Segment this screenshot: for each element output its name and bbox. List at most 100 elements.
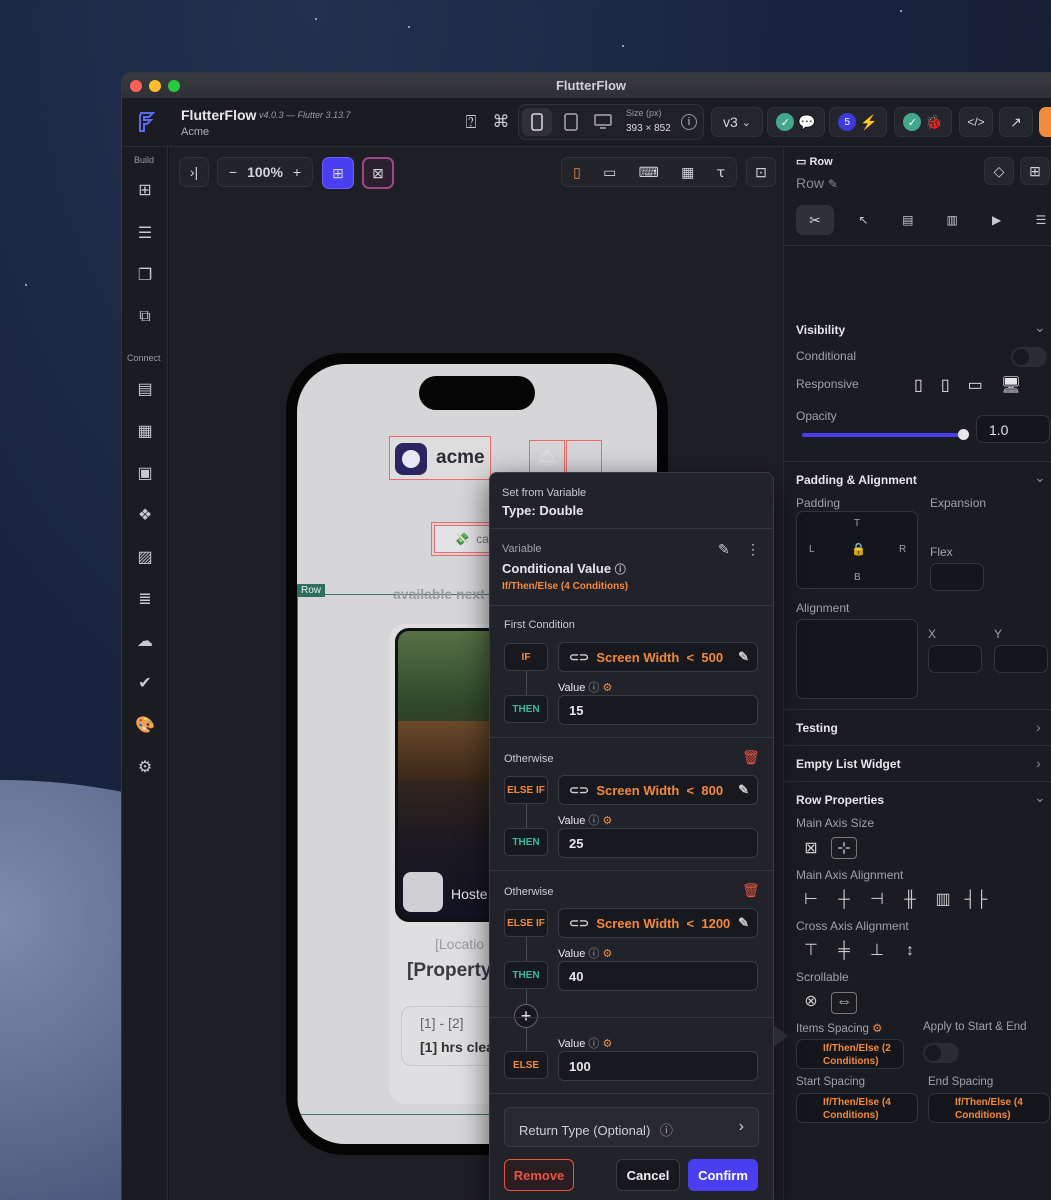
more-vert-icon[interactable]: ⋮ (746, 541, 760, 558)
info-icon[interactable]: ⓘ (615, 564, 626, 576)
testing-header[interactable]: Testing (796, 721, 838, 735)
edit-icon[interactable]: ✎ (718, 541, 730, 558)
lock-icon[interactable]: 🔒 (851, 542, 866, 556)
database-icon[interactable]: ▤ (134, 378, 156, 400)
info-icon[interactable]: ⓘ (588, 815, 599, 827)
cross-start-icon[interactable]: ⊤ (798, 940, 824, 962)
align-end-icon[interactable]: ⊣ (864, 889, 890, 911)
padding-alignment-header[interactable]: Padding & Alignment (796, 473, 917, 487)
align-center-icon[interactable]: ┼ (831, 891, 857, 913)
chevron-right-icon[interactable]: › (1036, 719, 1041, 735)
layout-settings-button[interactable]: ⊡ (746, 157, 776, 187)
info-icon[interactable]: ⓘ (660, 1123, 673, 1138)
variable-icon[interactable]: ⚙ (872, 1023, 882, 1035)
tab-backend-query[interactable]: ▤ (893, 205, 923, 235)
integrations-icon[interactable]: ❖ (134, 504, 156, 526)
add-child-button[interactable]: ⊞ (1020, 157, 1050, 185)
components-icon[interactable]: ⧉ (134, 306, 156, 328)
start-spacing-value[interactable]: If/Then/Else (4 Conditions) (796, 1093, 918, 1123)
phone-visibility-icon[interactable]: ▯ (914, 375, 923, 395)
cross-center-icon[interactable]: ╪ (831, 942, 857, 964)
add-widget-icon[interactable]: ⊞ (134, 179, 156, 201)
run-button[interactable] (1039, 107, 1051, 137)
widget-name[interactable]: Row ✎ (796, 175, 838, 191)
space-between-icon[interactable]: ╫ (897, 891, 923, 913)
condition-2-field[interactable]: ⊂⊃ Screen Width < 800 ✎ (558, 775, 758, 805)
api-calls-icon[interactable]: ▦ (134, 420, 156, 442)
condition-3-value[interactable]: 40 (558, 961, 758, 991)
variable-icon[interactable]: ⚙ (602, 815, 612, 827)
add-condition-button[interactable]: + (514, 1004, 538, 1028)
zoom-in-icon[interactable]: + (293, 164, 301, 180)
pages-icon[interactable]: ❐ (134, 264, 156, 286)
localization-icon[interactable]: ≣ (134, 588, 156, 610)
condition-3-field[interactable]: ⊂⊃ Screen Width < 1200 ✎ (558, 908, 758, 938)
help-icon[interactable]: ⍰ (460, 111, 482, 133)
theme-palette-icon[interactable]: 🎨 (134, 714, 156, 736)
device-frame-icon[interactable]: ▭ (603, 164, 616, 181)
size-value[interactable]: 393 × 852 (626, 123, 671, 134)
desktop-visibility-icon[interactable]: 🖥 (1001, 375, 1021, 395)
chevron-right-icon[interactable]: › (1036, 755, 1041, 771)
not-scrollable-icon[interactable]: ⊗ (798, 991, 824, 1013)
delete-trash-icon[interactable]: 🗑 (742, 882, 760, 899)
cloud-icon[interactable]: ☁ (134, 630, 156, 652)
gem-button[interactable]: ◇ (984, 157, 1014, 185)
cross-end-icon[interactable]: ⊥ (864, 940, 890, 962)
empty-widget[interactable] (566, 440, 602, 476)
text-scale-icon[interactable]: ꚍ (717, 164, 725, 181)
open-external-button[interactable]: ↗ (999, 107, 1033, 137)
tab-actions[interactable]: ↖ (848, 205, 878, 235)
keyboard-icon[interactable]: ⌨ (639, 164, 659, 181)
padding-left[interactable]: L (809, 544, 815, 555)
alignment-grid[interactable] (796, 619, 918, 699)
minimize-window-button[interactable] (149, 80, 161, 92)
y-input[interactable] (994, 645, 1048, 673)
settings-gear-icon[interactable]: ⚙ (134, 756, 156, 778)
branch-select[interactable]: v3 ⌄ (711, 107, 763, 137)
chevron-down-icon[interactable]: ⌄ (1034, 469, 1046, 486)
space-evenly-icon[interactable]: ┤├ (963, 891, 989, 913)
tab-documentation[interactable]: ☰ (1026, 205, 1051, 235)
flex-input[interactable] (930, 563, 984, 591)
widget-tree-icon[interactable]: ☰ (134, 222, 156, 244)
agent-button[interactable]: 5 ⚡ (829, 107, 887, 137)
collapse-panel-button[interactable]: ›| (179, 157, 209, 187)
code-view-button[interactable]: </> (959, 107, 993, 137)
row-properties-header[interactable]: Row Properties (796, 793, 884, 807)
x-input[interactable] (928, 645, 982, 673)
project-name[interactable]: Acme (181, 126, 209, 138)
axis-max-icon[interactable]: ⊹ (831, 837, 857, 859)
align-start-icon[interactable]: ⊢ (798, 889, 824, 911)
tab-animations[interactable]: ▶ (982, 205, 1012, 235)
return-type-row[interactable]: Return Type (Optional) ⓘ › (504, 1107, 759, 1147)
tablet-device-button[interactable] (557, 108, 585, 136)
conditional-toggle[interactable] (1011, 347, 1047, 367)
padding-right[interactable]: R (899, 544, 906, 555)
add-widget-canvas-button[interactable]: ⊞ (322, 157, 354, 189)
items-spacing-value[interactable]: If/Then/Else (2 Conditions) (796, 1039, 904, 1069)
chevron-down-icon[interactable]: ⌄ (1034, 319, 1046, 336)
cancel-button[interactable]: Cancel (616, 1159, 680, 1191)
status-comments-button[interactable]: ✓ 💬 (767, 107, 825, 137)
tablet-visibility-icon[interactable]: ▯ (941, 375, 950, 395)
opacity-input[interactable]: 1.0 (976, 415, 1050, 443)
debug-button[interactable]: ✓ 🐞 (894, 107, 952, 137)
size-info-icon[interactable]: i (681, 114, 697, 130)
responsive-toggle-button[interactable]: ⊠ (362, 157, 394, 189)
phone-preview-icon[interactable]: ▯ (573, 164, 581, 181)
space-around-icon[interactable]: ▥ (930, 889, 956, 911)
info-icon[interactable]: ⓘ (588, 1038, 599, 1050)
bell-button[interactable]: 🛎 (529, 440, 565, 476)
command-icon[interactable]: ⌘ (490, 111, 512, 133)
condition-2-value[interactable]: 25 (558, 828, 758, 858)
close-window-button[interactable] (130, 80, 142, 92)
padding-editor[interactable]: T L 🔒 R B (796, 511, 918, 589)
padding-bottom[interactable]: B (854, 572, 861, 583)
flutterflow-logo-icon[interactable] (134, 109, 160, 135)
visibility-header[interactable]: Visibility (796, 323, 845, 337)
condition-1-field[interactable]: ⊂⊃ Screen Width < 500 ✎ (558, 642, 758, 672)
phone-device-button[interactable] (522, 108, 552, 136)
variable-icon[interactable]: ⚙ (602, 1038, 612, 1050)
zoom-out-icon[interactable]: − (229, 164, 237, 180)
